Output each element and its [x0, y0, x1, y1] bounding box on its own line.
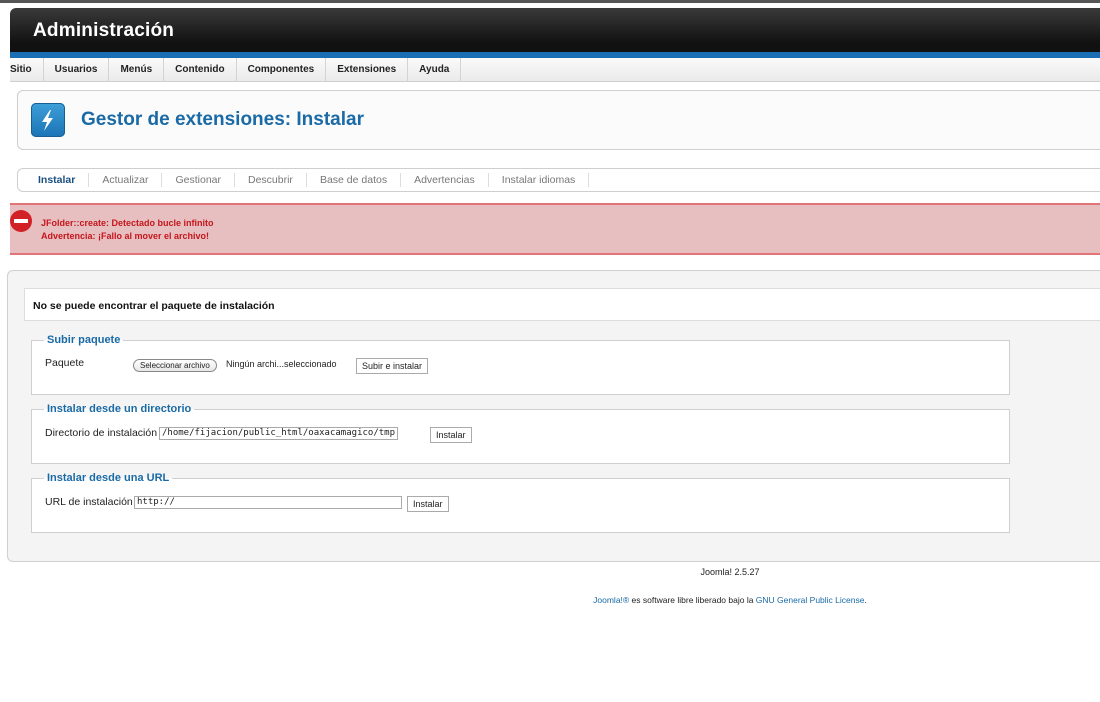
- footer-version: Joomla! 2.5.27: [700, 567, 760, 577]
- toolbar-box: Gestor de extensiones: Instalar: [17, 90, 1100, 150]
- tab-gestionar[interactable]: Gestionar: [162, 173, 235, 187]
- url-legend: Instalar desde una URL: [47, 472, 170, 484]
- tab-base-de-datos[interactable]: Base de datos: [307, 173, 402, 187]
- menu-item-ayuda[interactable]: Ayuda: [408, 58, 462, 81]
- package-label: Paquete: [45, 357, 85, 369]
- page-title: Gestor de extensiones: Instalar: [81, 109, 364, 130]
- tab-advertencias[interactable]: Advertencias: [401, 173, 489, 187]
- url-install-button[interactable]: Instalar: [407, 496, 449, 512]
- directory-input[interactable]: /home/fijacion/public_html/oaxacamagico/…: [159, 427, 398, 440]
- gpl-link[interactable]: GNU General Public License: [756, 595, 865, 605]
- main-menu: Sitio Usuarios Menús Contenido Component…: [10, 58, 1100, 82]
- file-status: Ningún archi...seleccionado: [226, 359, 337, 369]
- tab-actualizar[interactable]: Actualizar: [89, 173, 163, 187]
- upload-legend: Subir paquete: [47, 334, 121, 346]
- tab-descubrir[interactable]: Descubrir: [235, 173, 307, 187]
- error-alert: JFolder::create: Detectado bucle infinit…: [10, 203, 1100, 255]
- directory-legend: Instalar desde un directorio: [47, 403, 192, 415]
- footer-license: Joomla!® es software libre liberado bajo…: [0, 595, 1100, 605]
- submenu-tabs: Instalar Actualizar Gestionar Descubrir …: [17, 168, 1100, 192]
- url-label: URL de instalación: [45, 496, 133, 508]
- menu-item-sitio[interactable]: Sitio: [10, 58, 44, 81]
- joomla-link[interactable]: Joomla!®: [593, 595, 629, 605]
- directory-install-button[interactable]: Instalar: [430, 427, 472, 443]
- upload-install-button[interactable]: Subir e instalar: [356, 358, 429, 374]
- choose-file-button[interactable]: Seleccionar archivo: [133, 359, 217, 372]
- tab-instalar[interactable]: Instalar: [18, 173, 90, 187]
- url-input[interactable]: http://: [134, 496, 402, 509]
- alert-message: JFolder::create: Detectado bucle infinit…: [41, 218, 214, 228]
- menu-item-componentes[interactable]: Componentes: [237, 58, 327, 81]
- admin-title: Administración: [33, 20, 175, 41]
- top-line: [0, 0, 1100, 3]
- admin-header: Administración: [10, 8, 1100, 52]
- license-text: es software libre liberado bajo la: [629, 595, 756, 605]
- directory-label: Directorio de instalación: [45, 427, 158, 439]
- license-end: .: [864, 595, 867, 605]
- menu-item-contenido[interactable]: Contenido: [164, 58, 237, 81]
- extension-lightning-icon: [31, 103, 65, 137]
- alert-message: Advertencia: ¡Fallo al mover el archivo!: [41, 231, 210, 241]
- menu-item-extensiones[interactable]: Extensiones: [326, 58, 409, 81]
- stop-icon: [10, 210, 32, 232]
- tab-instalar-idiomas[interactable]: Instalar idiomas: [489, 173, 590, 187]
- menu-item-usuarios[interactable]: Usuarios: [44, 58, 110, 81]
- install-notice: No se puede encontrar el paquete de inst…: [24, 288, 1100, 321]
- menu-item-menus[interactable]: Menús: [109, 58, 165, 81]
- notice-text: No se puede encontrar el paquete de inst…: [33, 300, 275, 312]
